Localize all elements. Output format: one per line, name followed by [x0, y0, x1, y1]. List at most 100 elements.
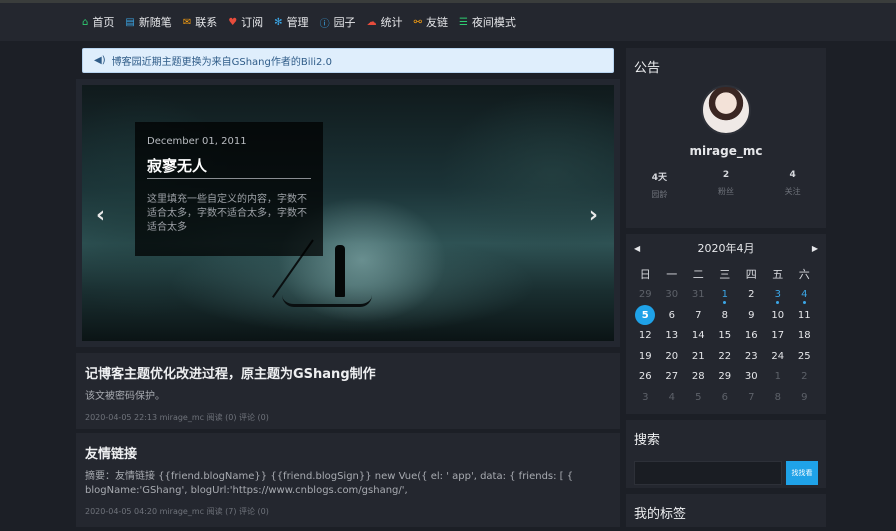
stat-age: 4天 园龄: [651, 170, 667, 200]
post-title[interactable]: 友情链接: [85, 443, 611, 462]
carousel-text: 这里填充一些自定义的内容，字数不适合太多，字数不适合太多，字数不适合太多: [147, 194, 307, 233]
calendar-day: 11: [797, 309, 811, 321]
calendar-weekday: 一: [666, 268, 678, 282]
nav-item-1[interactable]: ▤ 新随笔: [125, 14, 171, 30]
calendar-day: 21: [691, 350, 705, 362]
stat-label: 粉丝: [717, 187, 734, 196]
calendar-prev-icon[interactable]: ◀: [634, 244, 640, 253]
nav-item-5[interactable]: ⓘ 园子: [320, 14, 356, 30]
calendar-next-icon[interactable]: ▶: [812, 244, 818, 253]
post-title[interactable]: 记博客主题优化改进过程，原主题为GShang制作: [85, 363, 611, 382]
carousel-prev-icon[interactable]: ‹: [96, 203, 105, 228]
search-panel: 搜索 找找看: [626, 420, 826, 488]
mail-icon: ✉: [182, 16, 192, 28]
search-input[interactable]: [634, 461, 782, 485]
calendar-day: 28: [691, 371, 705, 383]
post-summary: 该文被密码保护。: [85, 391, 165, 402]
carousel[interactable]: December 01, 2011 寂寥无人 这里填充一些自定义的内容，字数不适…: [82, 85, 614, 341]
nav-item-8[interactable]: ☰ 夜间模式: [459, 14, 516, 30]
calendar-day: 20: [665, 350, 679, 362]
notice-text: 博客园近期主题更换为来自GShang作者的Bili2.0: [111, 57, 332, 68]
nav-item-label: 首页: [92, 16, 115, 29]
nav-item-0[interactable]: ⌂ 首页: [82, 14, 114, 30]
nav-item-3[interactable]: ♥ 订阅: [228, 14, 263, 30]
nav-item-6[interactable]: ☁ 统计: [367, 14, 403, 30]
announcement-panel: 公告 mirage_mc 4天 园龄 2 粉丝 4 关注: [626, 48, 826, 228]
calendar-day[interactable]: 1: [712, 285, 739, 306]
document-icon: ▤: [125, 16, 135, 28]
nav-item-4[interactable]: ✻ 管理: [274, 14, 308, 30]
calendar-weekday: 五: [772, 268, 784, 282]
search-button[interactable]: 找找看: [786, 461, 818, 485]
post-summary: 摘要：友情链接 {{friend.blogName}} {{friend.blo…: [85, 471, 574, 496]
calendar-day: 8: [721, 309, 728, 321]
calendar-day: 4: [668, 391, 675, 403]
calendar-day: 12: [638, 330, 652, 342]
carousel-title: 寂寥无人: [147, 155, 311, 179]
calendar-day: 9: [748, 309, 755, 321]
nav-item-label: 友链: [425, 16, 448, 29]
carousel-date: December 01, 2011: [147, 136, 247, 147]
profile-stats: 4天 园龄 2 粉丝 4 关注: [626, 170, 826, 200]
nav-item-label: 订阅: [241, 16, 264, 29]
calendar-day: 17: [771, 330, 785, 342]
info-icon: ⓘ: [319, 18, 330, 30]
calendar-day: 29: [638, 289, 652, 301]
stat-value: 2: [722, 170, 730, 180]
top-nav: ⌂ 首页 ▤ 新随笔 ✉ 联系 ♥ 订阅 ✻ 管理 ⓘ 园子 ☁ 统计 ⚯ 友链 ☰ 夜间模式: [0, 3, 896, 41]
calendar-day: 19: [638, 350, 652, 362]
calendar-day: 30: [744, 371, 758, 383]
calendar-day[interactable]: 3: [765, 285, 792, 306]
carousel-next-icon[interactable]: ›: [589, 203, 598, 228]
calendar-day[interactable]: 5: [632, 305, 659, 326]
stat-fans[interactable]: 2 粉丝: [718, 170, 734, 200]
nav-item-2[interactable]: ✉ 联系: [183, 14, 217, 30]
calendar-today[interactable]: 5: [635, 305, 656, 326]
avatar[interactable]: [701, 85, 751, 135]
calendar-day[interactable]: 4: [791, 285, 818, 306]
calendar-day: 31: [691, 289, 705, 301]
calendar-day: 13: [665, 330, 679, 342]
calendar-day: 23: [744, 350, 758, 362]
stat-value: 4天: [651, 173, 667, 183]
calendar-day: 6: [721, 391, 728, 403]
calendar-day: 7: [695, 309, 702, 321]
calendar-weekday: 日: [639, 268, 651, 282]
calendar-day: 24: [771, 350, 785, 362]
gear-icon: ✻: [274, 16, 283, 28]
username[interactable]: mirage_mc: [626, 144, 826, 158]
stat-value: 4: [789, 170, 796, 180]
calendar-day: 18: [797, 330, 811, 342]
calendar-day: 14: [691, 330, 705, 342]
heart-icon: ♥: [228, 16, 238, 28]
calendar-day: 5: [695, 391, 702, 403]
calendar-header: ◀ 2020年4月 ▶: [626, 240, 826, 256]
calendar-day: 30: [665, 289, 679, 301]
tags-title: 我的标签: [634, 507, 687, 522]
nav-item-label: 管理: [286, 16, 309, 29]
announcement-title: 公告: [634, 61, 661, 76]
calendar-day: 2: [801, 371, 808, 383]
nav-item-label: 统计: [380, 16, 403, 29]
stat-following[interactable]: 4 关注: [785, 170, 801, 200]
calendar-day: 8: [774, 391, 781, 403]
calendar-weekday: 二: [692, 268, 704, 282]
post-card: 友情链接 摘要：友情链接 {{friend.blogName}} {{frien…: [76, 433, 620, 527]
nav-item-7[interactable]: ⚯ 友链: [414, 14, 448, 30]
calendar-day: 3: [642, 391, 649, 403]
calendar-day: 2: [748, 289, 755, 301]
calendar-day: 15: [718, 330, 732, 342]
calendar-panel: ◀ 2020年4月 ▶ 日一二三四五六 29 30 31 1 2 3 4 5 6 7 8 9 10 11 12…: [626, 234, 826, 414]
carousel-image-boat: [282, 295, 372, 307]
calendar-day: 9: [801, 391, 808, 403]
calendar-day: 22: [718, 350, 732, 362]
calendar-day: 7: [748, 391, 755, 403]
stat-label: 关注: [784, 187, 801, 196]
post-card: 记博客主题优化改进过程，原主题为GShang制作 该文被密码保护。 2020-0…: [76, 353, 620, 429]
post-meta: 2020-04-05 22:13 mirage_mc 阅读 (0) 评论 (0): [85, 413, 269, 422]
calendar-day: 16: [744, 330, 758, 342]
post-meta: 2020-04-05 04:20 mirage_mc 阅读 (7) 评论 (0): [85, 507, 269, 516]
home-icon: ⌂: [82, 16, 89, 28]
calendar-day: 1: [774, 371, 781, 383]
stat-label: 园龄: [651, 190, 668, 199]
